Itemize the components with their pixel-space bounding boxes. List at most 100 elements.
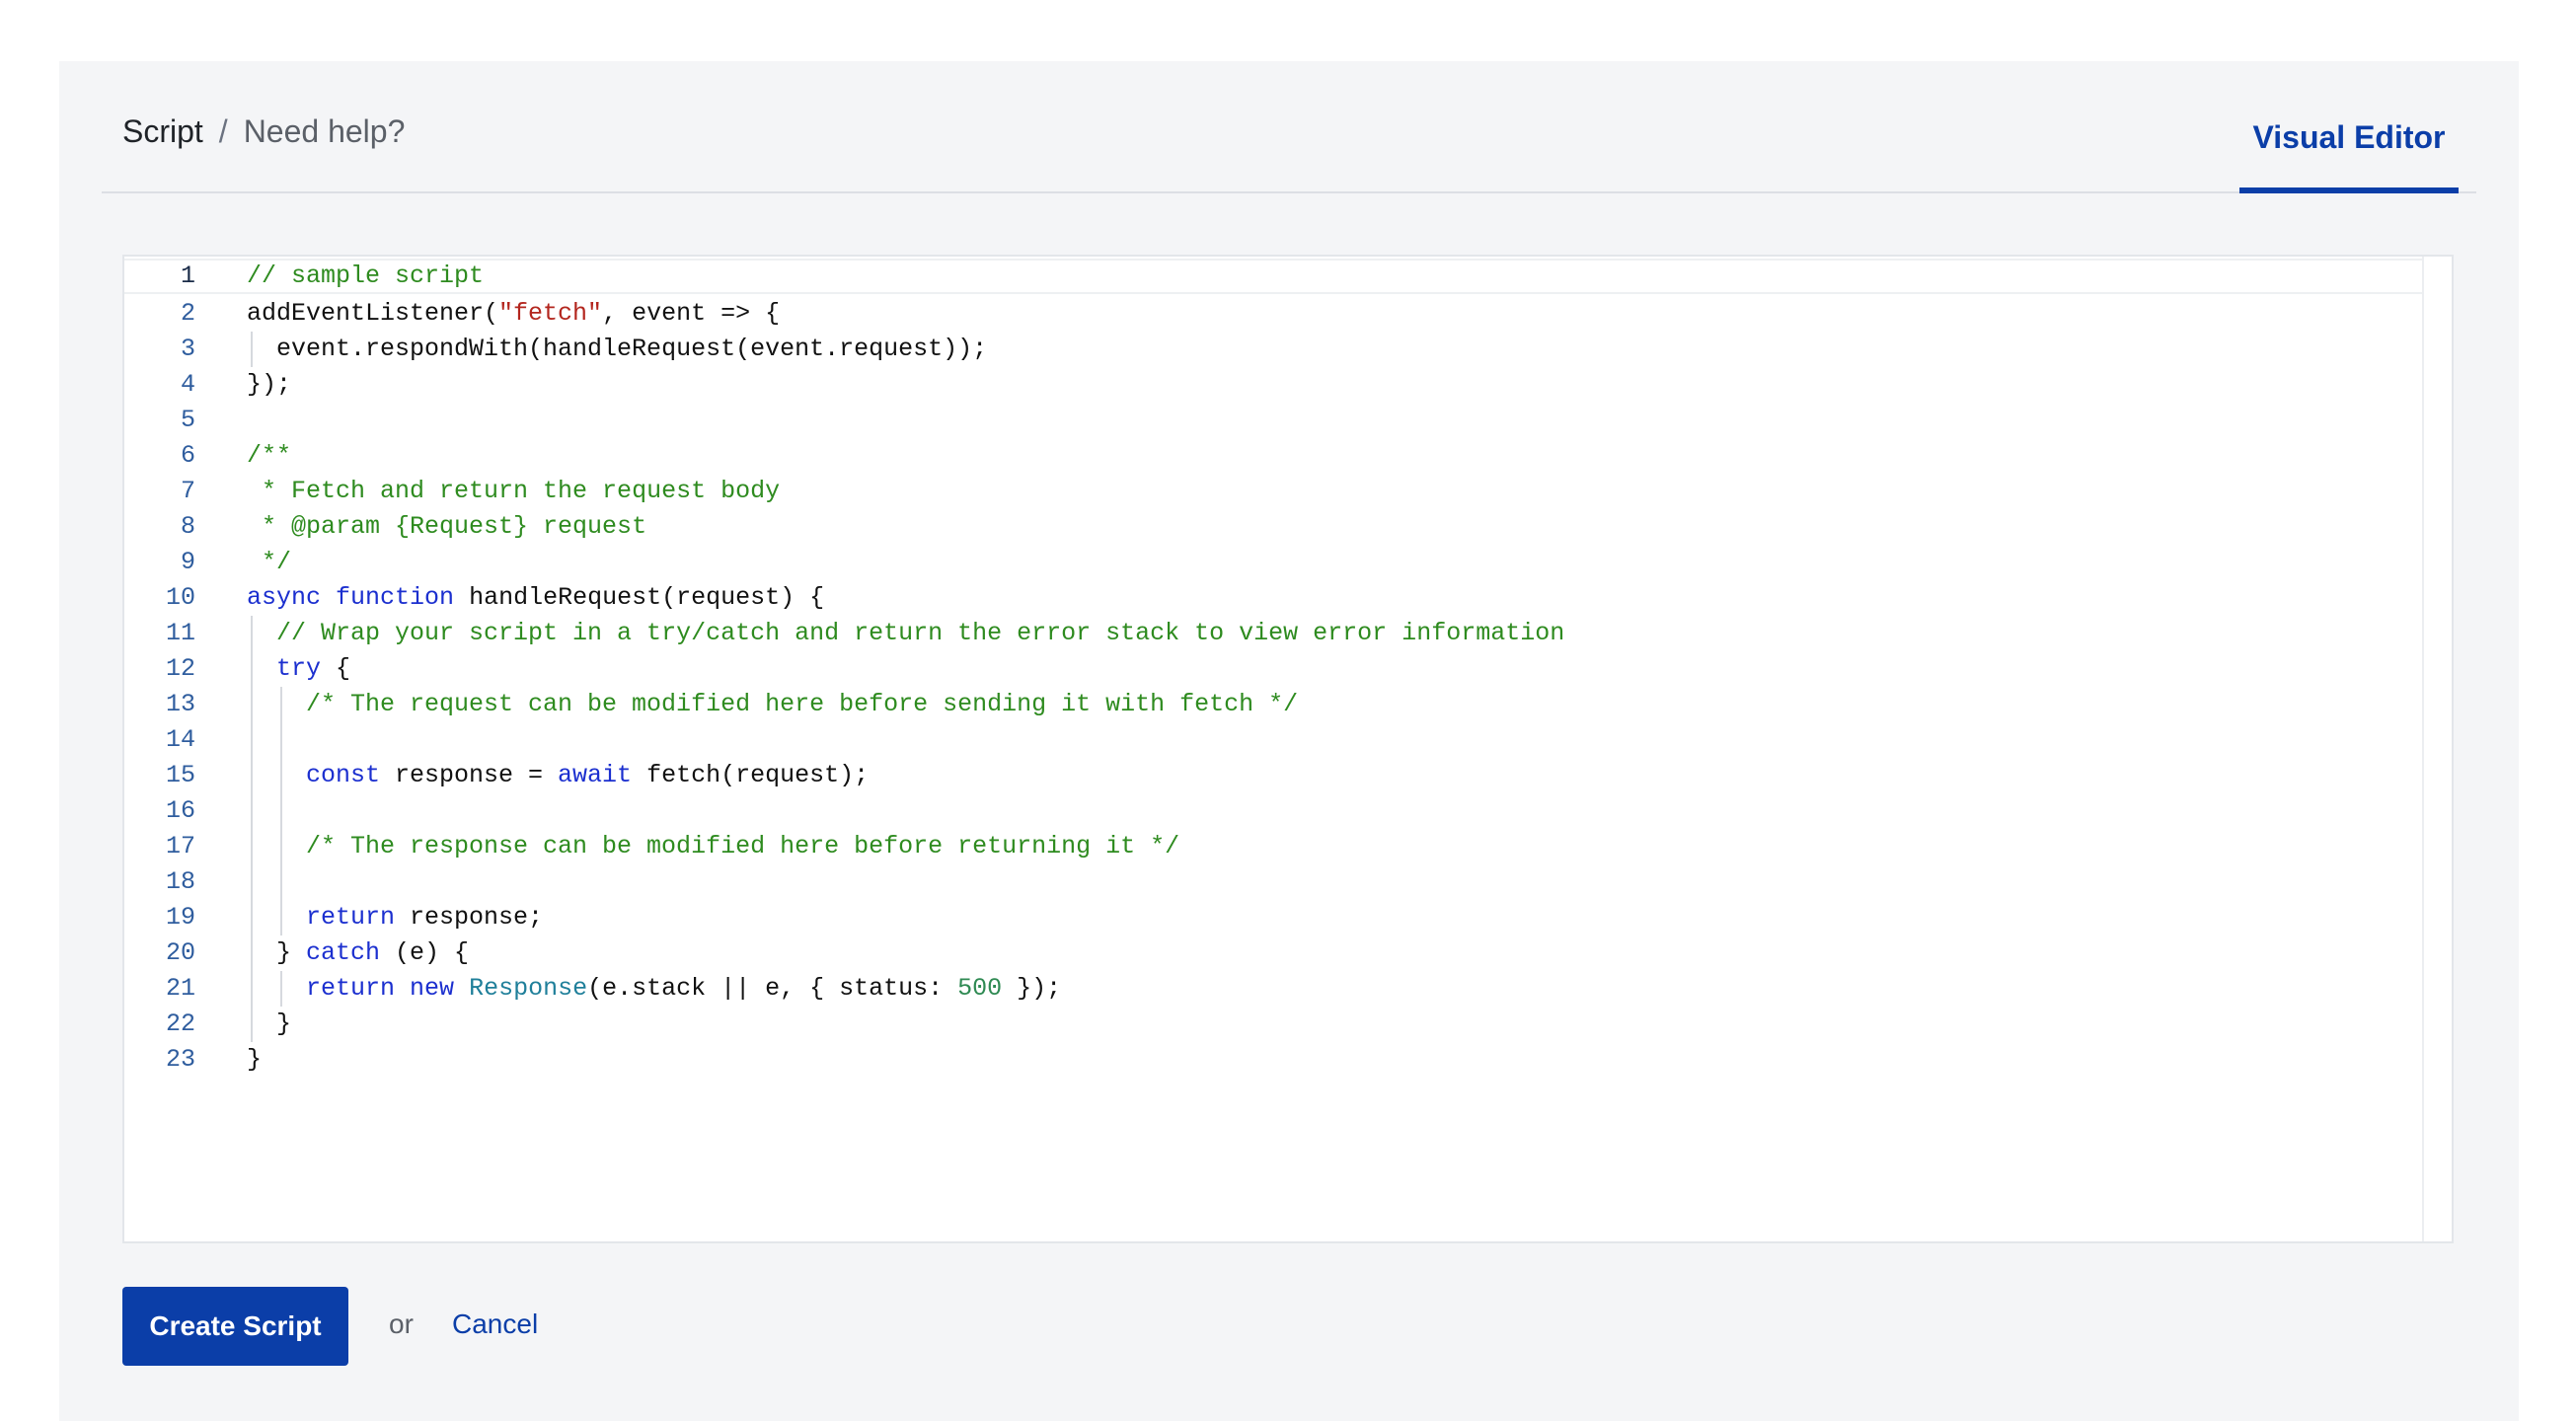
line-number: 16 <box>165 796 195 825</box>
code-lines: 1 // sample script 2 addEventListener("fetc… <box>124 257 2422 1078</box>
code-line[interactable]: 11 // Wrap your script in a try/catch and… <box>124 616 2422 651</box>
line-number: 20 <box>165 938 195 967</box>
code-token: event.respondWith(handleRequest(event.re… <box>276 335 988 363</box>
indent-guide <box>280 793 282 829</box>
code-line[interactable]: 6 /** <box>124 438 2422 474</box>
indent-guide <box>251 758 253 793</box>
code-token: 500 <box>957 974 1003 1003</box>
code-line[interactable]: 1 // sample script <box>124 259 2422 294</box>
code-token: { <box>321 654 351 683</box>
line-number: 5 <box>180 406 195 434</box>
line-number: 9 <box>180 548 195 576</box>
code-text: event.respondWith(handleRequest(event.re… <box>276 332 987 367</box>
line-number: 14 <box>165 725 195 754</box>
code-token: async <box>247 583 322 612</box>
code-token: // Wrap your script in a try/catch and r… <box>276 619 1565 647</box>
code-line[interactable]: 10 async function handleRequest(request) … <box>124 580 2422 616</box>
line-number: 17 <box>165 832 195 860</box>
code-line[interactable]: 13 /* The request can be modified here be… <box>124 687 2422 722</box>
code-token: , event => { <box>602 299 781 328</box>
code-line[interactable]: 14 <box>124 722 2422 758</box>
line-number: 11 <box>165 619 195 647</box>
code-line[interactable]: 3 event.respondWith(handleRequest(event.r… <box>124 332 2422 367</box>
code-line[interactable]: 5 <box>124 403 2422 438</box>
code-token: response = <box>380 761 559 789</box>
line-number: 19 <box>165 903 195 932</box>
line-number: 4 <box>180 370 195 399</box>
code-text: * @param {Request} request <box>247 509 646 545</box>
code-token: return <box>306 974 396 1003</box>
editor-scrollbar[interactable] <box>2422 257 2452 1241</box>
code-text: return new Response(e.stack || e, { stat… <box>306 971 1061 1007</box>
code-token: /** <box>247 441 292 470</box>
code-text: } catch (e) { <box>276 935 469 971</box>
or-text: or <box>389 1309 414 1339</box>
indent-guide <box>251 793 253 829</box>
line-number: 6 <box>180 441 195 470</box>
code-line[interactable]: 18 <box>124 864 2422 900</box>
breadcrumb-current: Script <box>122 113 203 149</box>
indent-guide <box>251 722 253 758</box>
line-number: 12 <box>165 654 195 683</box>
code-text: // sample script <box>247 261 484 292</box>
tab-visual-editor[interactable]: Visual Editor <box>2239 118 2459 193</box>
line-number: 22 <box>165 1010 195 1038</box>
create-script-button[interactable]: Create Script <box>122 1287 348 1366</box>
code-line[interactable]: 12 try { <box>124 651 2422 687</box>
code-text: addEventListener("fetch", event => { <box>247 296 780 332</box>
code-editor[interactable]: 1 // sample script 2 addEventListener("fetc… <box>122 255 2454 1243</box>
breadcrumb: Script / Need help? <box>122 112 405 150</box>
code-token: new <box>410 974 455 1003</box>
code-line[interactable]: 16 <box>124 793 2422 829</box>
indent-guide <box>280 900 282 935</box>
code-line[interactable]: 22} <box>124 1007 2422 1042</box>
code-line[interactable]: 4}); <box>124 367 2422 403</box>
code-token: } <box>276 938 307 967</box>
code-line[interactable]: 2 addEventListener("fetch", event => { <box>124 296 2422 332</box>
indent-guide <box>251 971 253 1007</box>
code-token: await <box>558 761 633 789</box>
code-text: const response = await fetch(request); <box>306 758 869 793</box>
line-number: 2 <box>180 299 195 328</box>
line-number: 18 <box>165 867 195 896</box>
indent-guide <box>251 935 253 971</box>
code-line[interactable]: 7 * Fetch and return the request body <box>124 474 2422 509</box>
indent-guide <box>280 758 282 793</box>
line-number: 21 <box>165 974 195 1003</box>
code-line[interactable]: 9 */ <box>124 545 2422 580</box>
code-line[interactable]: 8 * @param {Request} request <box>124 509 2422 545</box>
indent-guide <box>251 332 253 367</box>
code-line[interactable]: 20 } catch (e) { <box>124 935 2422 971</box>
code-token: fetch(request); <box>632 761 870 789</box>
code-text: /** <box>247 438 291 474</box>
tab-active-indicator <box>2239 187 2459 193</box>
cancel-link[interactable]: Cancel <box>452 1309 538 1340</box>
indent-guide <box>251 616 253 651</box>
indent-guide <box>251 687 253 722</box>
breadcrumb-separator: / <box>218 113 228 149</box>
code-line[interactable]: 23} <box>124 1042 2422 1078</box>
code-line[interactable]: 19 return response; <box>124 900 2422 935</box>
indent-guide <box>280 864 282 900</box>
indent-guide <box>280 971 282 1007</box>
line-number: 7 <box>180 477 195 505</box>
code-token: (e.stack || e, { status: <box>587 974 958 1003</box>
code-token: }); <box>1002 974 1062 1003</box>
code-text: async function handleRequest(request) { <box>247 580 824 616</box>
line-number: 3 <box>180 335 195 363</box>
code-token: Response <box>469 974 588 1003</box>
script-editor-panel: Script / Need help? Visual Editor 1 // samp… <box>59 61 2519 1421</box>
line-number: 10 <box>165 583 195 612</box>
need-help-link[interactable]: Need help? <box>244 113 406 149</box>
editor-header: Script / Need help? Visual Editor <box>102 61 2476 193</box>
indent-guide <box>251 651 253 687</box>
code-line[interactable]: 21 return new Response(e.stack || e, { st… <box>124 971 2422 1007</box>
code-line[interactable]: 17 /* The response can be modified here b… <box>124 829 2422 864</box>
code-token: /* The request can be modified here befo… <box>306 690 1299 718</box>
code-token: (e) { <box>380 938 470 967</box>
code-token: handleRequest(request) { <box>454 583 825 612</box>
code-token: * Fetch and return the request body <box>247 477 781 505</box>
code-line[interactable]: 15 const response = await fetch(request); <box>124 758 2422 793</box>
